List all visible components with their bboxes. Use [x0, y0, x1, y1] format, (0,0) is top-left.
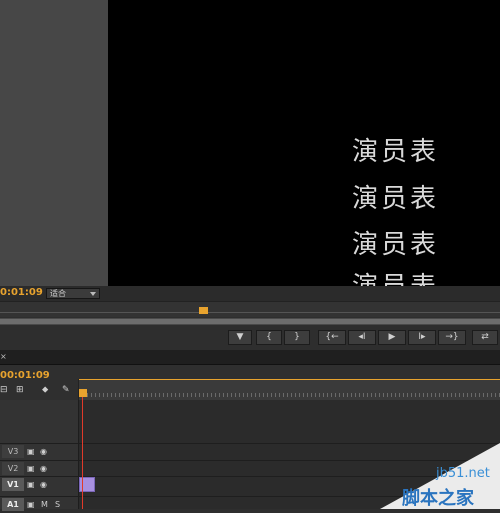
film-icon[interactable]: ▣ [27, 462, 35, 475]
go-to-in-button[interactable]: {← [318, 330, 346, 345]
track-label-a1[interactable]: A1 [2, 498, 24, 511]
close-icon[interactable]: × [0, 352, 7, 361]
play-button[interactable]: ▶ [378, 330, 406, 345]
export-frame-button[interactable]: ⇄ [472, 330, 498, 345]
credit-line: 演员表 [352, 272, 439, 286]
credit-line: 演员表 [352, 230, 440, 260]
go-to-out-icon: →} [445, 332, 459, 342]
go-to-out-button[interactable]: →} [438, 330, 466, 345]
chevron-down-icon [90, 292, 96, 296]
film-icon[interactable]: ▣ [27, 478, 35, 491]
eye-icon[interactable]: ◉ [40, 445, 47, 458]
step-back-icon: ◂I [358, 332, 366, 342]
play-icon: ▶ [388, 332, 396, 342]
zoom-fit-label: 适合 [50, 289, 66, 298]
mark-out-button[interactable]: } [284, 330, 310, 345]
zoom-fit-select[interactable]: 适合 [46, 288, 100, 299]
panel-divider [0, 350, 500, 365]
track-label-v3[interactable]: V3 [2, 445, 24, 458]
track-label-v1[interactable]: V1 [2, 478, 24, 491]
film-icon[interactable]: ▣ [27, 498, 35, 511]
link-icon[interactable]: ⊞ [16, 385, 24, 395]
watermark-text: 脚本之家 [402, 488, 474, 509]
program-timecode[interactable]: 0:01:09 [0, 287, 43, 298]
mark-in-icon: { [266, 332, 272, 342]
marker-icon: ▼ [236, 332, 244, 342]
film-icon[interactable]: ▣ [27, 445, 35, 458]
mark-in-button[interactable]: { [256, 330, 282, 345]
wrench-icon[interactable]: ✎ [62, 385, 70, 395]
timeline-playhead[interactable] [79, 389, 87, 397]
monitor-time-ruler[interactable] [0, 301, 500, 317]
eye-icon[interactable]: ◉ [40, 478, 47, 491]
timeline-playhead-line[interactable] [82, 389, 83, 509]
watermark-url: jb51.net [436, 466, 490, 481]
add-marker-button[interactable]: ▼ [228, 330, 252, 345]
snap-icon[interactable]: ⊟ [0, 385, 8, 395]
monitor-playhead[interactable] [199, 307, 208, 314]
mark-out-icon: } [294, 332, 300, 342]
export-frame-icon: ⇄ [481, 332, 489, 342]
track-label-v2[interactable]: V2 [2, 462, 24, 475]
go-to-in-icon: {← [325, 332, 339, 342]
eye-icon[interactable]: ◉ [40, 462, 47, 475]
credit-line: 演员表 [352, 137, 440, 167]
timeline-timecode[interactable]: 00:01:09 [0, 370, 50, 381]
monitor-zoom-scrollbar[interactable] [0, 318, 500, 325]
marker-icon[interactable]: ⬥ [42, 385, 48, 395]
step-back-button[interactable]: ◂I [348, 330, 376, 345]
project-panel [0, 0, 108, 286]
credit-line: 演员表 [352, 184, 440, 214]
solo-button[interactable]: S [55, 498, 60, 511]
step-forward-icon: I▸ [418, 332, 426, 342]
timeline-ruler[interactable] [78, 379, 500, 401]
program-preview: 演员表 演员表 演员表 演员表 [108, 0, 500, 286]
step-forward-button[interactable]: I▸ [408, 330, 436, 345]
mute-button[interactable]: M [41, 498, 48, 511]
